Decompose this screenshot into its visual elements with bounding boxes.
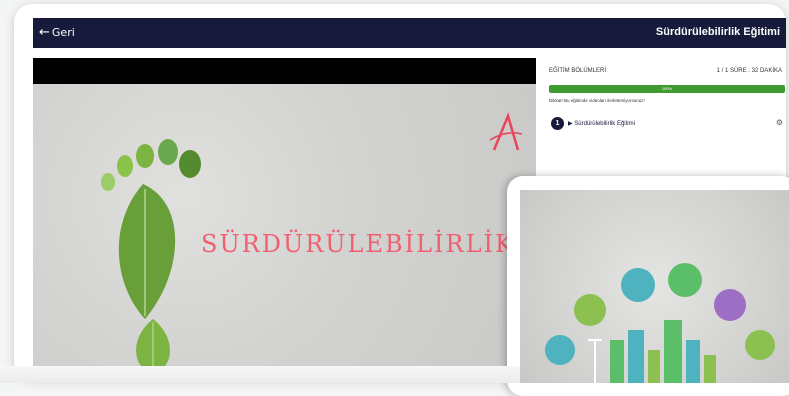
progress-bar: 100% [549,85,785,93]
leaf-footprint-illustration [101,139,201,366]
back-label: Geri [51,26,75,39]
lesson-number-badge: 1 [551,117,564,130]
brand-logo [489,112,523,151]
course-sections-panel: EĞİTİM BÖLÜMLERİ 1 / 1 SÜRE : 32 DAKİKA … [541,58,786,178]
gear-icon[interactable]: ⚙ [776,118,783,127]
progress-label: 100% [661,86,673,91]
video-slide: SÜRDÜRÜLEBİLİRLİK [33,84,536,366]
header-bar: ← Geri Sürdürülebilirlik Eğitimi [33,18,786,48]
back-button[interactable]: ← Geri [39,25,75,40]
panel-header: EĞİTİM BÖLÜMLERİ 1 / 1 SÜRE : 32 DAKİKA [549,68,782,74]
progress-fill: 100% [549,85,785,93]
duration-summary: 1 / 1 SÜRE : 32 DAKİKA [716,68,782,74]
page-bottom [0,366,520,383]
video-top-bar [33,58,536,84]
lesson-label: ▶ Sürdürülebilirlik Eğitimi [568,121,635,127]
sustainability-icons-illustration [545,263,775,383]
course-title: Sürdürülebilirlik Eğitimi [655,26,780,38]
slide-title: SÜRDÜRÜLEBİLİRLİK [201,230,515,258]
arrow-left-icon: ← [39,25,50,40]
lesson-item[interactable]: 1 ▶ Sürdürülebilirlik Eğitimi ⚙ [551,116,783,132]
sections-label: EĞİTİM BÖLÜMLERİ [549,68,607,74]
warning-text: Dikkat! Bu eğitimde videoları ilerletemi… [549,98,645,103]
video-player[interactable]: SÜRDÜRÜLEBİLİRLİK [33,58,536,366]
tablet-screen [520,190,789,383]
